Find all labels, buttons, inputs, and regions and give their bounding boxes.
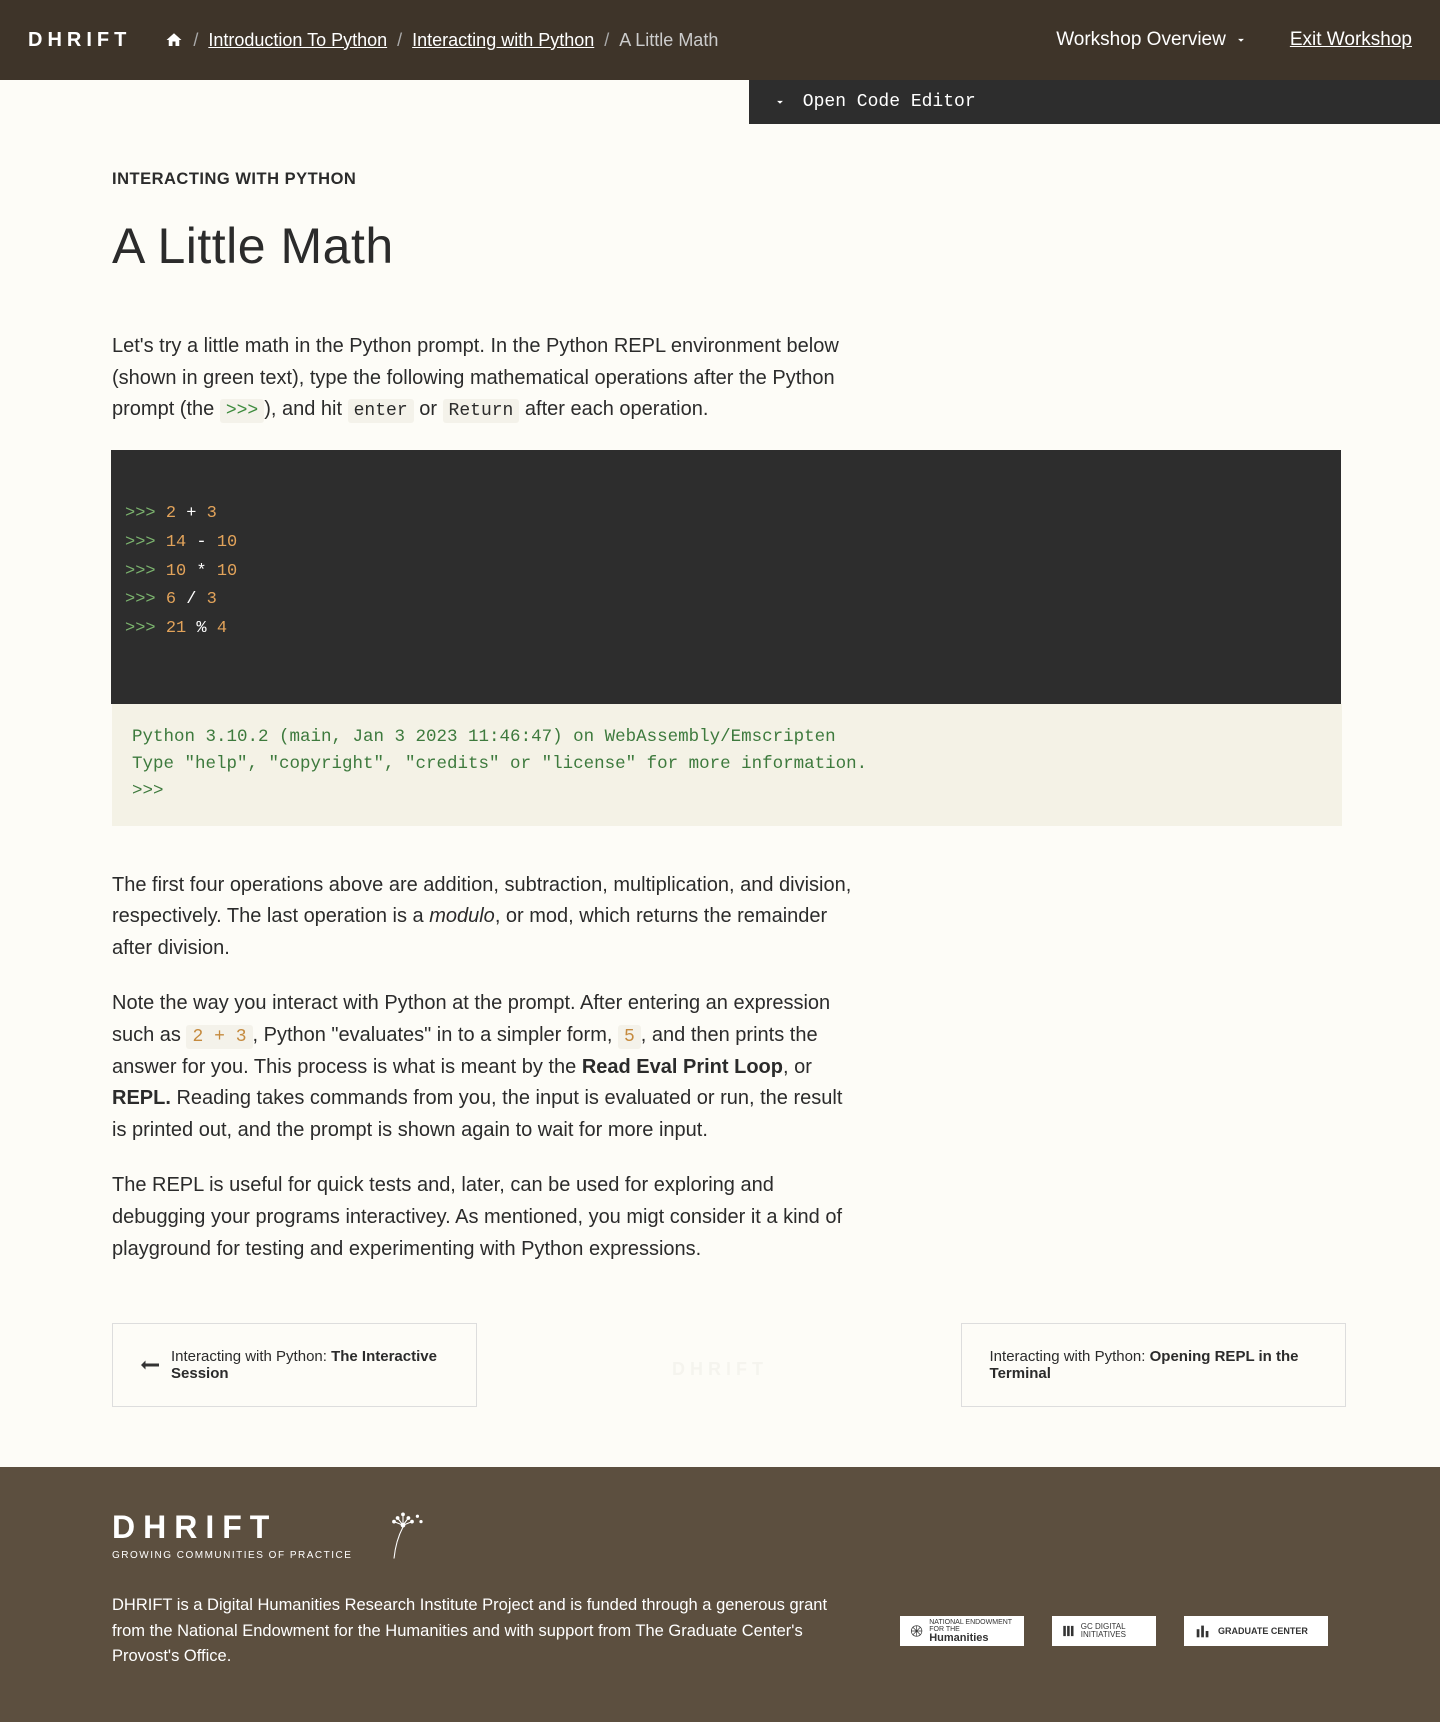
code-block: >>> 2 + 3 >>> 14 - 10 >>> 10 * 10 >>> 6 …: [111, 450, 1341, 704]
footer-tagline: GROWING COMMUNITIES OF PRACTICE: [112, 1550, 352, 1561]
gc-digital-badge[interactable]: GC DIGITAL INITIATIVES: [1052, 1616, 1156, 1646]
breadcrumb: / Introduction To Python / Interacting w…: [165, 30, 718, 51]
terminal-line: Type "help", "copyright", "credits" or "…: [132, 751, 1322, 778]
return-key: Return: [443, 399, 520, 423]
page-title: A Little Math: [112, 217, 860, 275]
arrow-left-icon: [141, 1359, 159, 1371]
exit-workshop-link[interactable]: Exit Workshop: [1290, 29, 1412, 51]
nav-cards: Interacting with Python: The Interactive…: [112, 1323, 1346, 1407]
code-inline-result: 5: [618, 1025, 641, 1049]
breadcrumb-sep: /: [397, 30, 402, 51]
breadcrumb-sep: /: [193, 30, 198, 51]
terminal-prompt: >>>: [132, 778, 1322, 805]
footer-badges: NATIONAL ENDOWMENT FOR THEHumanities GC …: [900, 1616, 1328, 1646]
graduate-center-badge[interactable]: GRADUATE CENTER: [1184, 1616, 1328, 1646]
paragraph-2: The first four operations above are addi…: [112, 870, 860, 965]
eyebrow: INTERACTING WITH PYTHON: [112, 170, 860, 189]
footer-logo-text: DHRIFT: [112, 1509, 352, 1546]
main-content: INTERACTING WITH PYTHON A Little Math Le…: [0, 124, 860, 1407]
home-icon[interactable]: [165, 31, 183, 49]
next-page-card[interactable]: Interacting with Python: Opening REPL in…: [961, 1323, 1346, 1407]
logo-text: DHRIFT: [28, 29, 131, 52]
enter-key: enter: [348, 399, 414, 423]
code-line: >>> 2 + 3: [125, 500, 1327, 529]
top-right: Workshop Overview Exit Workshop: [1056, 29, 1412, 51]
terminal-line: Python 3.10.2 (main, Jan 3 2023 11:46:47…: [132, 724, 1322, 751]
footer-logo: DHRIFT GROWING COMMUNITIES OF PRACTICE: [112, 1509, 352, 1561]
breadcrumb-interacting[interactable]: Interacting with Python: [412, 30, 594, 51]
footer-bottom: DHRIFT is a Digital Humanities Research …: [112, 1593, 1328, 1670]
terminal-output[interactable]: Python 3.10.2 (main, Jan 3 2023 11:46:47…: [112, 704, 1342, 825]
dandelion-icon: [376, 1509, 430, 1563]
code-line: >>> 6 / 3: [125, 586, 1327, 615]
code-line: >>> 21 % 4: [125, 615, 1327, 644]
neh-badge[interactable]: NATIONAL ENDOWMENT FOR THEHumanities: [900, 1616, 1024, 1646]
prompt-inline: >>>: [220, 399, 264, 423]
footer-top: DHRIFT GROWING COMMUNITIES OF PRACTICE: [112, 1509, 1328, 1563]
chevron-down-icon: [773, 95, 787, 109]
breadcrumb-current: A Little Math: [619, 30, 718, 51]
prev-page-card[interactable]: Interacting with Python: The Interactive…: [112, 1323, 477, 1407]
code-line: >>> 14 - 10: [125, 529, 1327, 558]
editor-bar-label: Open Code Editor: [803, 92, 976, 112]
chevron-down-icon: [1234, 33, 1248, 47]
top-left: DHRIFT / Introduction To Python / Intera…: [28, 29, 718, 52]
logo[interactable]: DHRIFT: [28, 29, 131, 52]
paragraph-4: The REPL is useful for quick tests and, …: [112, 1170, 860, 1265]
paragraph-3: Note the way you interact with Python at…: [112, 988, 860, 1146]
code-inline-expr: 2 + 3: [186, 1025, 252, 1049]
workshop-overview-label: Workshop Overview: [1056, 29, 1226, 51]
footer: DHRIFT GROWING COMMUNITIES OF PRACTICE D…: [0, 1467, 1440, 1722]
breadcrumb-intro[interactable]: Introduction To Python: [208, 30, 387, 51]
intro-paragraph: Let's try a little math in the Python pr…: [112, 331, 860, 426]
breadcrumb-sep: /: [604, 30, 609, 51]
footer-desc: DHRIFT is a Digital Humanities Research …: [112, 1593, 852, 1670]
code-line: >>> 10 * 10: [125, 558, 1327, 587]
open-code-editor-button[interactable]: Open Code Editor: [749, 80, 1440, 124]
top-bar: DHRIFT / Introduction To Python / Intera…: [0, 0, 1440, 80]
workshop-overview-toggle[interactable]: Workshop Overview: [1056, 29, 1248, 51]
